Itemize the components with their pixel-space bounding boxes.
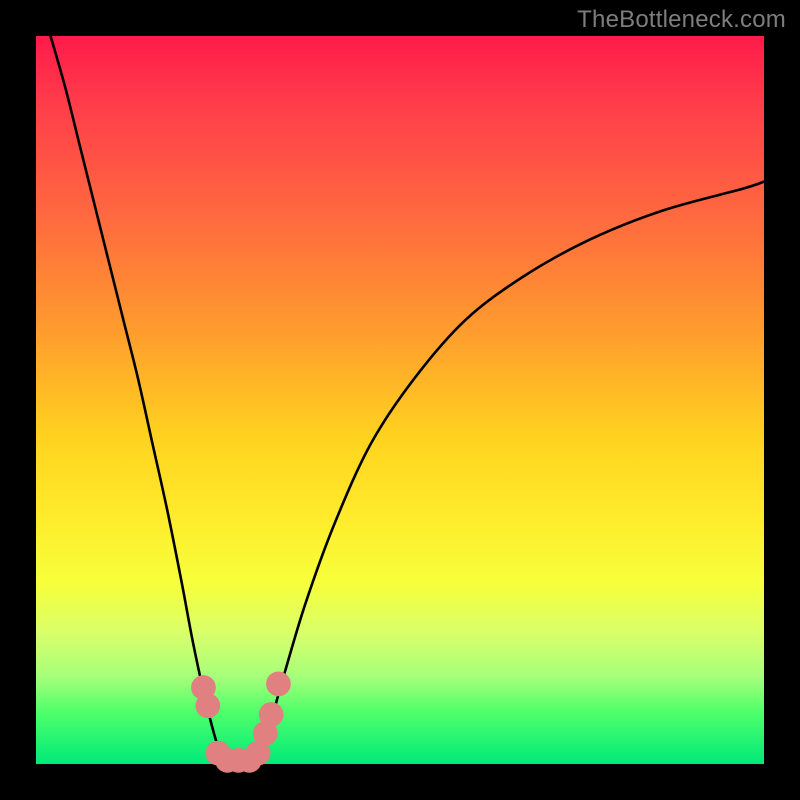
data-marker: [259, 702, 284, 727]
series-left-curve: [51, 36, 224, 764]
chart-frame: TheBottleneck.com: [0, 0, 800, 800]
data-marker: [266, 672, 291, 697]
marker-group: [191, 672, 291, 773]
attribution-text: TheBottleneck.com: [577, 6, 786, 34]
series-group: [51, 36, 764, 764]
data-marker: [195, 693, 220, 718]
chart-svg: [36, 36, 764, 764]
series-right-curve: [256, 182, 764, 764]
